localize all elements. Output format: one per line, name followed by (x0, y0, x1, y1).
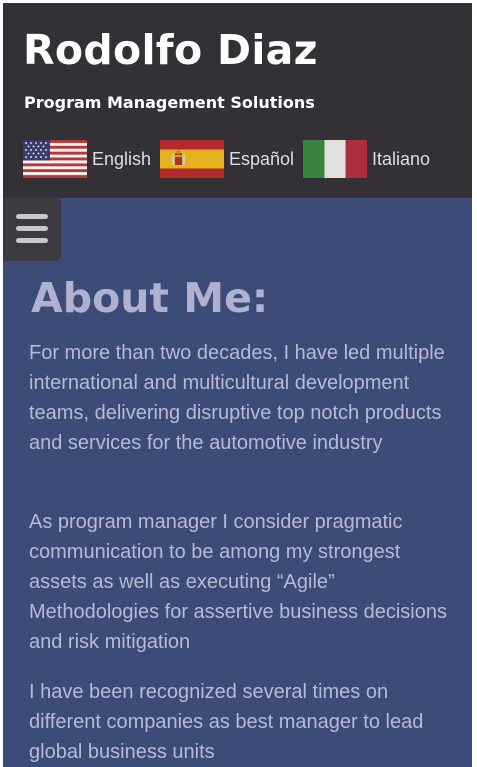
about-paragraph-2: As program manager I consider pragmatic … (29, 511, 447, 653)
page-frame: Rodolfo Diaz Program Management Solution… (3, 3, 472, 767)
site-header: Rodolfo Diaz Program Management Solution… (3, 3, 472, 198)
site-title: Rodolfo Diaz (23, 26, 318, 74)
hamburger-menu-icon-line (16, 226, 48, 231)
about-paragraph-3: I have been recognized several times on … (29, 681, 424, 763)
us-flag-icon (23, 140, 87, 178)
language-selector: English Español Italiano (23, 140, 472, 178)
site-subtitle: Program Management Solutions (24, 93, 315, 112)
italy-flag-icon (303, 140, 367, 178)
spain-flag-icon (160, 140, 224, 178)
language-option-italian[interactable]: Italiano (303, 140, 443, 178)
hamburger-menu-icon (16, 214, 48, 219)
hamburger-menu-button[interactable] (3, 197, 61, 261)
language-option-spanish[interactable]: Español (160, 140, 300, 178)
about-heading: About Me: (31, 274, 269, 322)
language-label-italian: Italiano (372, 149, 431, 169)
language-label-english: English (92, 149, 152, 169)
hamburger-menu-icon-line (16, 238, 48, 243)
language-option-english[interactable]: English (23, 140, 158, 178)
about-paragraph-1: For more than two decades, I have led mu… (29, 342, 445, 454)
language-label-spanish: Español (229, 149, 295, 169)
